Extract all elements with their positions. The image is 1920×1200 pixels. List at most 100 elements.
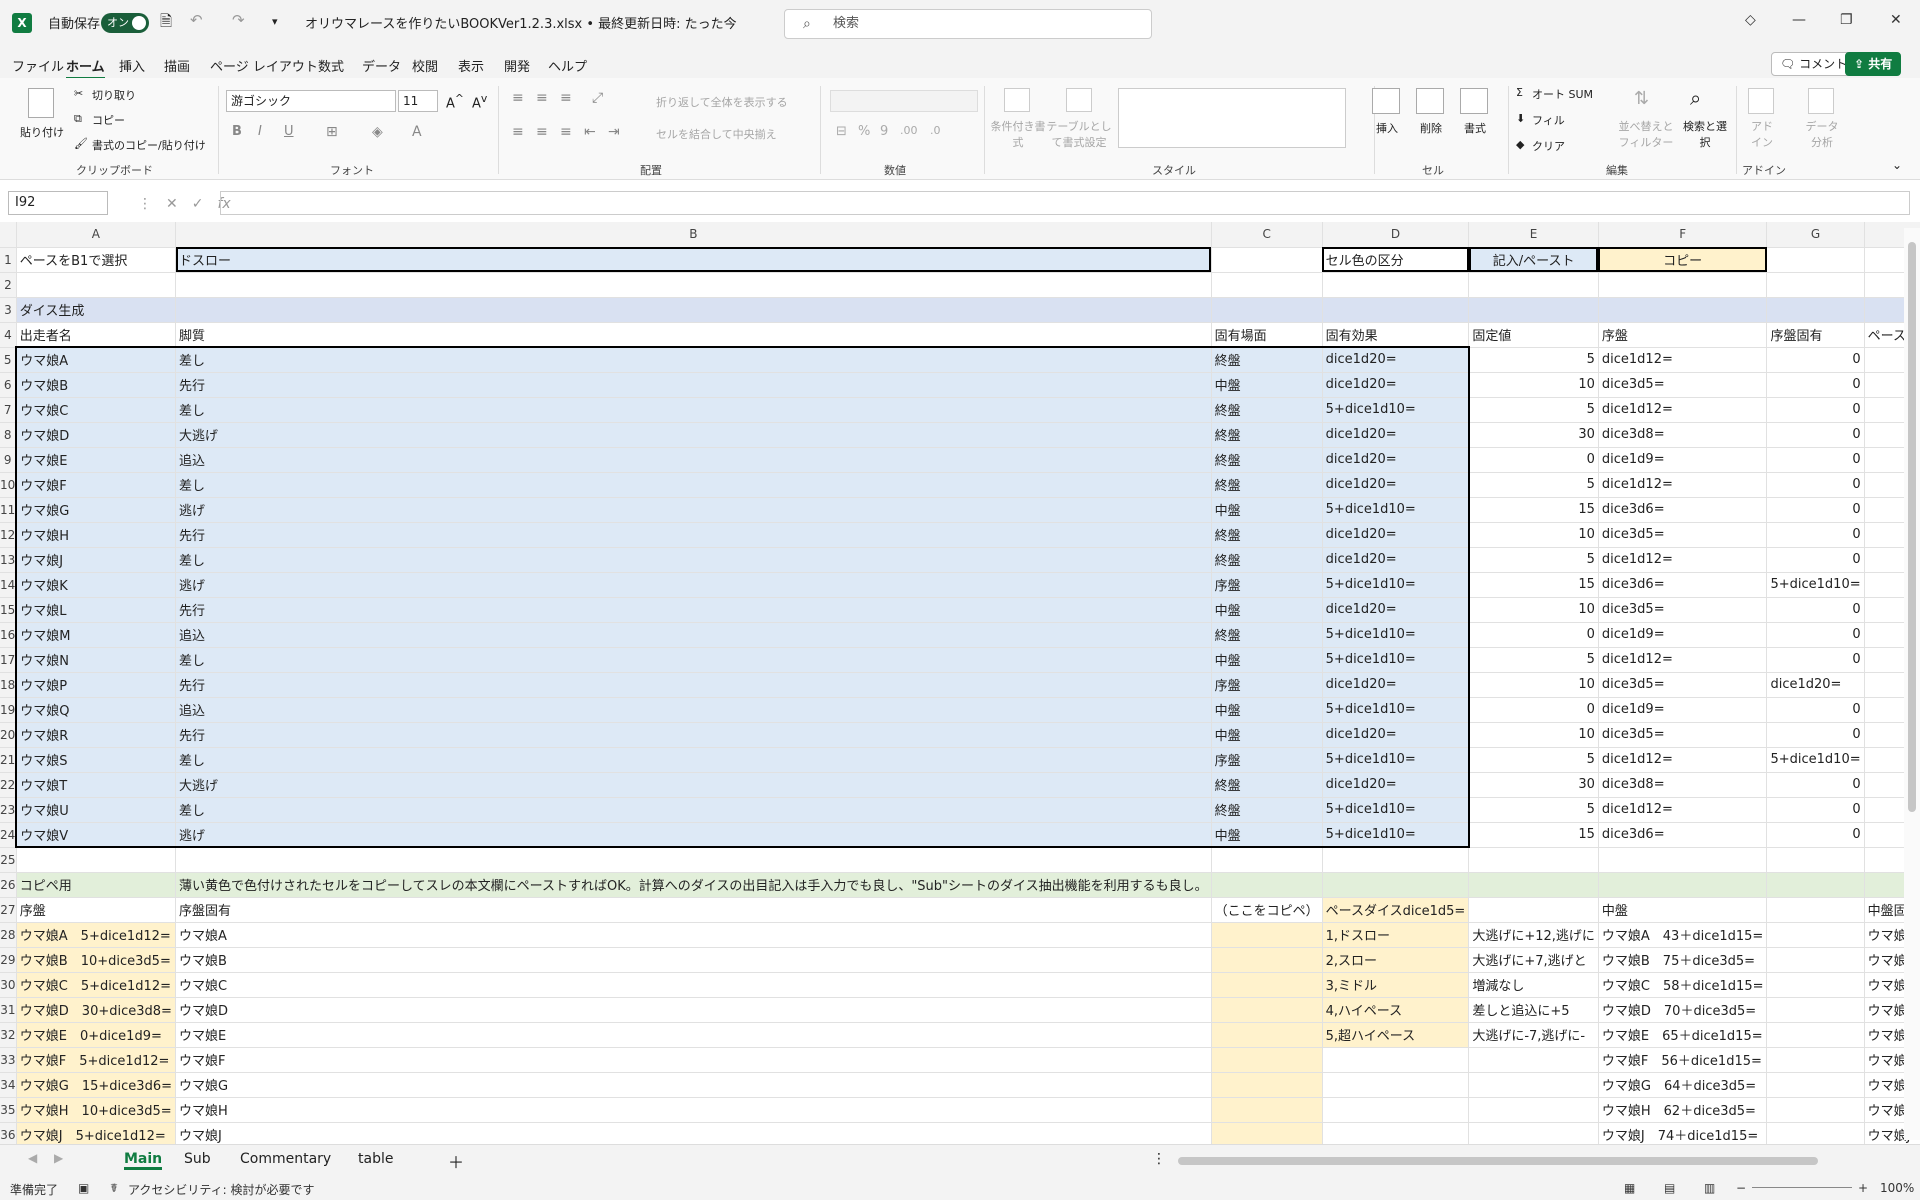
align-bottom-icon[interactable]: ≡ bbox=[560, 90, 572, 106]
cell[interactable]: 10 bbox=[1468, 672, 1599, 698]
cell[interactable]: ウマ娘V bbox=[15, 822, 177, 848]
cell[interactable]: 5 bbox=[1468, 797, 1599, 823]
increase-font-icon[interactable]: A^ bbox=[446, 92, 464, 111]
cell[interactable] bbox=[16, 847, 177, 873]
cell[interactable]: 5 bbox=[1468, 397, 1599, 423]
cell[interactable]: ウマ娘B bbox=[15, 372, 177, 398]
cell[interactable]: 0 bbox=[1766, 497, 1865, 523]
conditional-format-button[interactable]: 条件付き書式 bbox=[990, 118, 1046, 150]
page-break-view-icon[interactable]: ▥ bbox=[1704, 1181, 1715, 1195]
cell[interactable]: 固定値 bbox=[1468, 322, 1599, 348]
cell[interactable]: ウマ娘L bbox=[15, 597, 177, 623]
vertical-scrollbar[interactable] bbox=[1904, 228, 1920, 1140]
cell[interactable] bbox=[1322, 1122, 1470, 1144]
row-header[interactable]: 23 bbox=[0, 797, 17, 823]
cell[interactable]: ウマ娘C 5+dice1d12= bbox=[16, 972, 177, 998]
cell[interactable]: 5 bbox=[1468, 472, 1599, 498]
tab-file[interactable]: ファイル bbox=[12, 56, 64, 75]
cell[interactable]: 1,ドスロー bbox=[1322, 922, 1470, 948]
horizontal-scrollbar[interactable] bbox=[1178, 1157, 1818, 1165]
cell[interactable]: 中盤 bbox=[1598, 897, 1768, 923]
cell[interactable]: ウマ娘H bbox=[15, 522, 177, 548]
row-header[interactable]: 12 bbox=[0, 522, 17, 548]
bold-button[interactable]: B bbox=[232, 124, 242, 139]
row-header[interactable]: 17 bbox=[0, 647, 17, 673]
row-header[interactable]: 18 bbox=[0, 672, 17, 698]
find-select-button[interactable]: 検索と選択 bbox=[1680, 118, 1730, 150]
cell[interactable]: 終盤 bbox=[1211, 397, 1323, 423]
cell[interactable]: dice1d20= bbox=[1766, 672, 1865, 698]
cell[interactable] bbox=[1211, 297, 1323, 323]
cell[interactable]: 終盤 bbox=[1211, 547, 1323, 573]
cell[interactable]: ウマ娘N bbox=[15, 647, 177, 673]
cell[interactable]: dice1d20= bbox=[1322, 672, 1470, 698]
cell[interactable]: dice1d12= bbox=[1598, 397, 1768, 423]
cell[interactable]: dice1d20= bbox=[1322, 372, 1470, 398]
cell[interactable]: 10 bbox=[1468, 522, 1599, 548]
cell[interactable]: ウマ娘C 58＋dice1d15= bbox=[1598, 972, 1768, 998]
cell[interactable] bbox=[1598, 297, 1768, 323]
cell[interactable] bbox=[1322, 872, 1470, 898]
cell[interactable]: ウマ娘U bbox=[15, 797, 177, 823]
sheet-tab-main[interactable]: Main bbox=[124, 1151, 163, 1170]
tab-page-layout[interactable]: ページ レイアウト bbox=[210, 56, 318, 75]
cell[interactable] bbox=[1211, 947, 1323, 973]
cell[interactable]: 15 bbox=[1468, 822, 1599, 848]
row-header[interactable]: 33 bbox=[0, 1047, 17, 1073]
cell[interactable] bbox=[1211, 247, 1323, 273]
cell[interactable]: 大逃げ bbox=[175, 772, 1212, 798]
sheet-options-icon[interactable]: ⋮ bbox=[1152, 1151, 1166, 1167]
row-header[interactable]: 14 bbox=[0, 572, 17, 598]
row-header[interactable]: 34 bbox=[0, 1072, 17, 1098]
cell[interactable]: 固有効果 bbox=[1322, 322, 1470, 348]
copy-button[interactable]: コピー bbox=[92, 112, 125, 128]
cell[interactable]: 終盤 bbox=[1211, 346, 1323, 373]
cell[interactable]: ウマ娘B 10+dice3d5= bbox=[16, 947, 177, 973]
cell[interactable] bbox=[175, 297, 1212, 323]
zoom-level[interactable]: 100% bbox=[1880, 1181, 1914, 1195]
cell[interactable] bbox=[175, 847, 1212, 873]
accessibility-icon[interactable]: ☤ bbox=[110, 1181, 118, 1195]
indent-increase-icon[interactable]: ⇥ bbox=[608, 124, 620, 140]
cell[interactable]: 中盤 bbox=[1211, 372, 1323, 398]
fill-button[interactable]: フィル bbox=[1532, 112, 1565, 128]
cell[interactable]: 差し bbox=[175, 747, 1212, 773]
row-header[interactable]: 11 bbox=[0, 497, 17, 523]
cell[interactable] bbox=[16, 272, 177, 298]
cell[interactable] bbox=[1322, 297, 1470, 323]
cell[interactable]: dice1d9= bbox=[1598, 447, 1768, 473]
cell[interactable]: ドスロー bbox=[175, 247, 1212, 273]
cell[interactable]: ウマ娘P bbox=[15, 672, 177, 698]
cell[interactable]: 追込 bbox=[175, 697, 1212, 723]
cell[interactable] bbox=[1322, 1097, 1470, 1123]
merge-center-button[interactable]: セルを結合して中央揃え bbox=[656, 126, 777, 142]
accessibility-status[interactable]: アクセシビリティ: 検討が必要です bbox=[128, 1181, 315, 1198]
cell[interactable] bbox=[1766, 1022, 1865, 1048]
sheet-tab-table[interactable]: table bbox=[358, 1151, 393, 1167]
sort-filter-button[interactable]: 並べ替えとフィルター bbox=[1616, 118, 1676, 150]
cell[interactable] bbox=[1468, 897, 1599, 923]
cell[interactable]: dice3d6= bbox=[1598, 497, 1768, 523]
cell[interactable]: ダイス生成 bbox=[16, 297, 177, 323]
cell[interactable]: 先行 bbox=[175, 372, 1212, 398]
cell[interactable] bbox=[1211, 1022, 1323, 1048]
cell[interactable] bbox=[1468, 1047, 1599, 1073]
cell[interactable]: dice1d20= bbox=[1322, 346, 1470, 373]
cell[interactable]: 大逃げに+7,逃げと bbox=[1468, 947, 1599, 973]
cell[interactable]: ウマ娘H bbox=[175, 1097, 1212, 1123]
cell[interactable]: 0 bbox=[1766, 422, 1865, 448]
cell[interactable]: 5+dice1d10= bbox=[1322, 647, 1470, 673]
cell[interactable] bbox=[1211, 1072, 1323, 1098]
cell[interactable]: ウマ娘A bbox=[175, 922, 1212, 948]
cell[interactable]: 終盤 bbox=[1211, 472, 1323, 498]
cell[interactable]: dice1d20= bbox=[1322, 422, 1470, 448]
format-painter-button[interactable]: 書式のコピー/貼り付け bbox=[92, 137, 206, 153]
row-header[interactable]: 28 bbox=[0, 922, 17, 948]
cell[interactable]: 0 bbox=[1766, 397, 1865, 423]
accounting-format-icon[interactable]: ⊟ bbox=[836, 124, 847, 139]
share-button[interactable]: ⇪ 共有 bbox=[1845, 52, 1902, 76]
cell[interactable] bbox=[1468, 297, 1599, 323]
cell[interactable]: ウマ娘J bbox=[15, 547, 177, 573]
undo-icon[interactable]: ↶ bbox=[190, 11, 203, 29]
cell[interactable] bbox=[1598, 872, 1768, 898]
